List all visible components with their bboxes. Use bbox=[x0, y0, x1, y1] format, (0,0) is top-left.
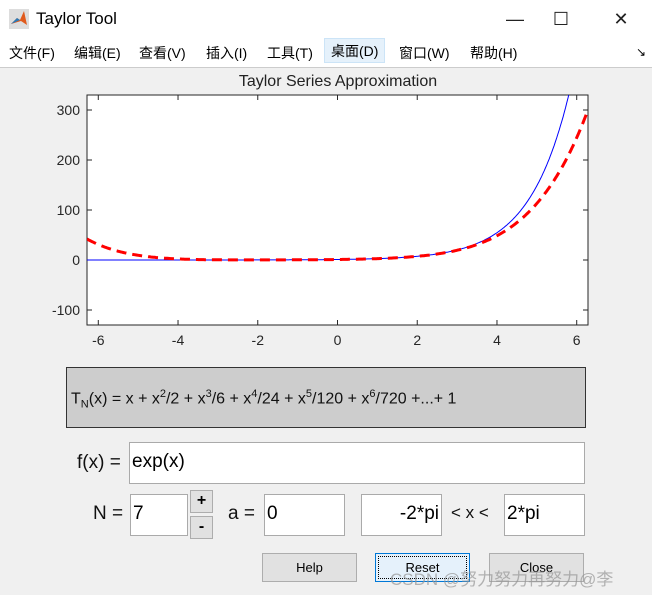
x-tick-label: 4 bbox=[493, 332, 501, 348]
menu-desktop[interactable]: 桌面(D) bbox=[324, 38, 386, 63]
y-tick-label: 200 bbox=[57, 152, 81, 168]
xmin-input[interactable]: -2*pi bbox=[361, 494, 442, 536]
menu-view[interactable]: 查看(V) bbox=[133, 41, 192, 66]
plot-title: Taylor Series Approximation bbox=[238, 73, 438, 90]
window-title: Taylor Tool bbox=[36, 9, 117, 28]
x-tick-label: -6 bbox=[92, 332, 105, 348]
menu-bar: 文件(F) 编辑(E) 查看(V) 插入(I) 工具(T) 桌面(D) 窗口(W… bbox=[0, 38, 652, 68]
x-tick-label: -2 bbox=[252, 332, 265, 348]
x-tick-label: 2 bbox=[413, 332, 421, 348]
matlab-icon bbox=[9, 9, 29, 29]
y-tick-label: 0 bbox=[72, 252, 80, 268]
menu-window[interactable]: 窗口(W) bbox=[393, 41, 456, 66]
minimize-button[interactable]: — bbox=[492, 4, 538, 34]
menu-insert[interactable]: 插入(I) bbox=[200, 41, 253, 66]
n-input[interactable]: 7 bbox=[130, 494, 188, 536]
y-tick-label: -100 bbox=[52, 302, 80, 318]
menu-file[interactable]: 文件(F) bbox=[3, 41, 61, 66]
fx-input[interactable]: exp(x) bbox=[129, 442, 585, 484]
menu-edit[interactable]: 编辑(E) bbox=[68, 41, 127, 66]
plot: -6 -4 -2 0 2 4 6 -100 0 100 200 300 bbox=[52, 94, 589, 348]
fx-label: f(x) = bbox=[77, 452, 121, 473]
help-button[interactable]: Help bbox=[262, 553, 357, 582]
x-tick-label: 0 bbox=[334, 332, 342, 348]
axes-box bbox=[86, 94, 589, 326]
taylor-formula: TN(x) = x + x2/2 + x3/6 + x4/24 + x5/120… bbox=[66, 367, 586, 428]
a-input[interactable]: 0 bbox=[264, 494, 345, 536]
x-tick-label: -4 bbox=[172, 332, 185, 348]
xmax-input[interactable]: 2*pi bbox=[504, 494, 585, 536]
title-bar: Taylor Tool — ☐ ✕ bbox=[0, 0, 652, 38]
a-label: a = bbox=[228, 503, 255, 524]
increment-n-button[interactable]: + bbox=[190, 490, 213, 513]
x-range-label: < x < bbox=[451, 503, 489, 522]
maximize-button[interactable]: ☐ bbox=[538, 4, 584, 34]
decrement-n-button[interactable]: - bbox=[190, 516, 213, 539]
x-tick-label: 6 bbox=[573, 332, 581, 348]
menu-overflow-icon[interactable]: ↘ bbox=[636, 45, 646, 59]
y-tick-label: 100 bbox=[57, 202, 81, 218]
watermark: CSDN @努力努力再努力@李 bbox=[390, 570, 614, 589]
y-tick-label: 300 bbox=[57, 102, 81, 118]
menu-help[interactable]: 帮助(H) bbox=[464, 41, 523, 66]
close-window-button[interactable]: ✕ bbox=[598, 4, 644, 34]
menu-tools[interactable]: 工具(T) bbox=[261, 41, 319, 66]
n-label: N = bbox=[93, 503, 124, 524]
